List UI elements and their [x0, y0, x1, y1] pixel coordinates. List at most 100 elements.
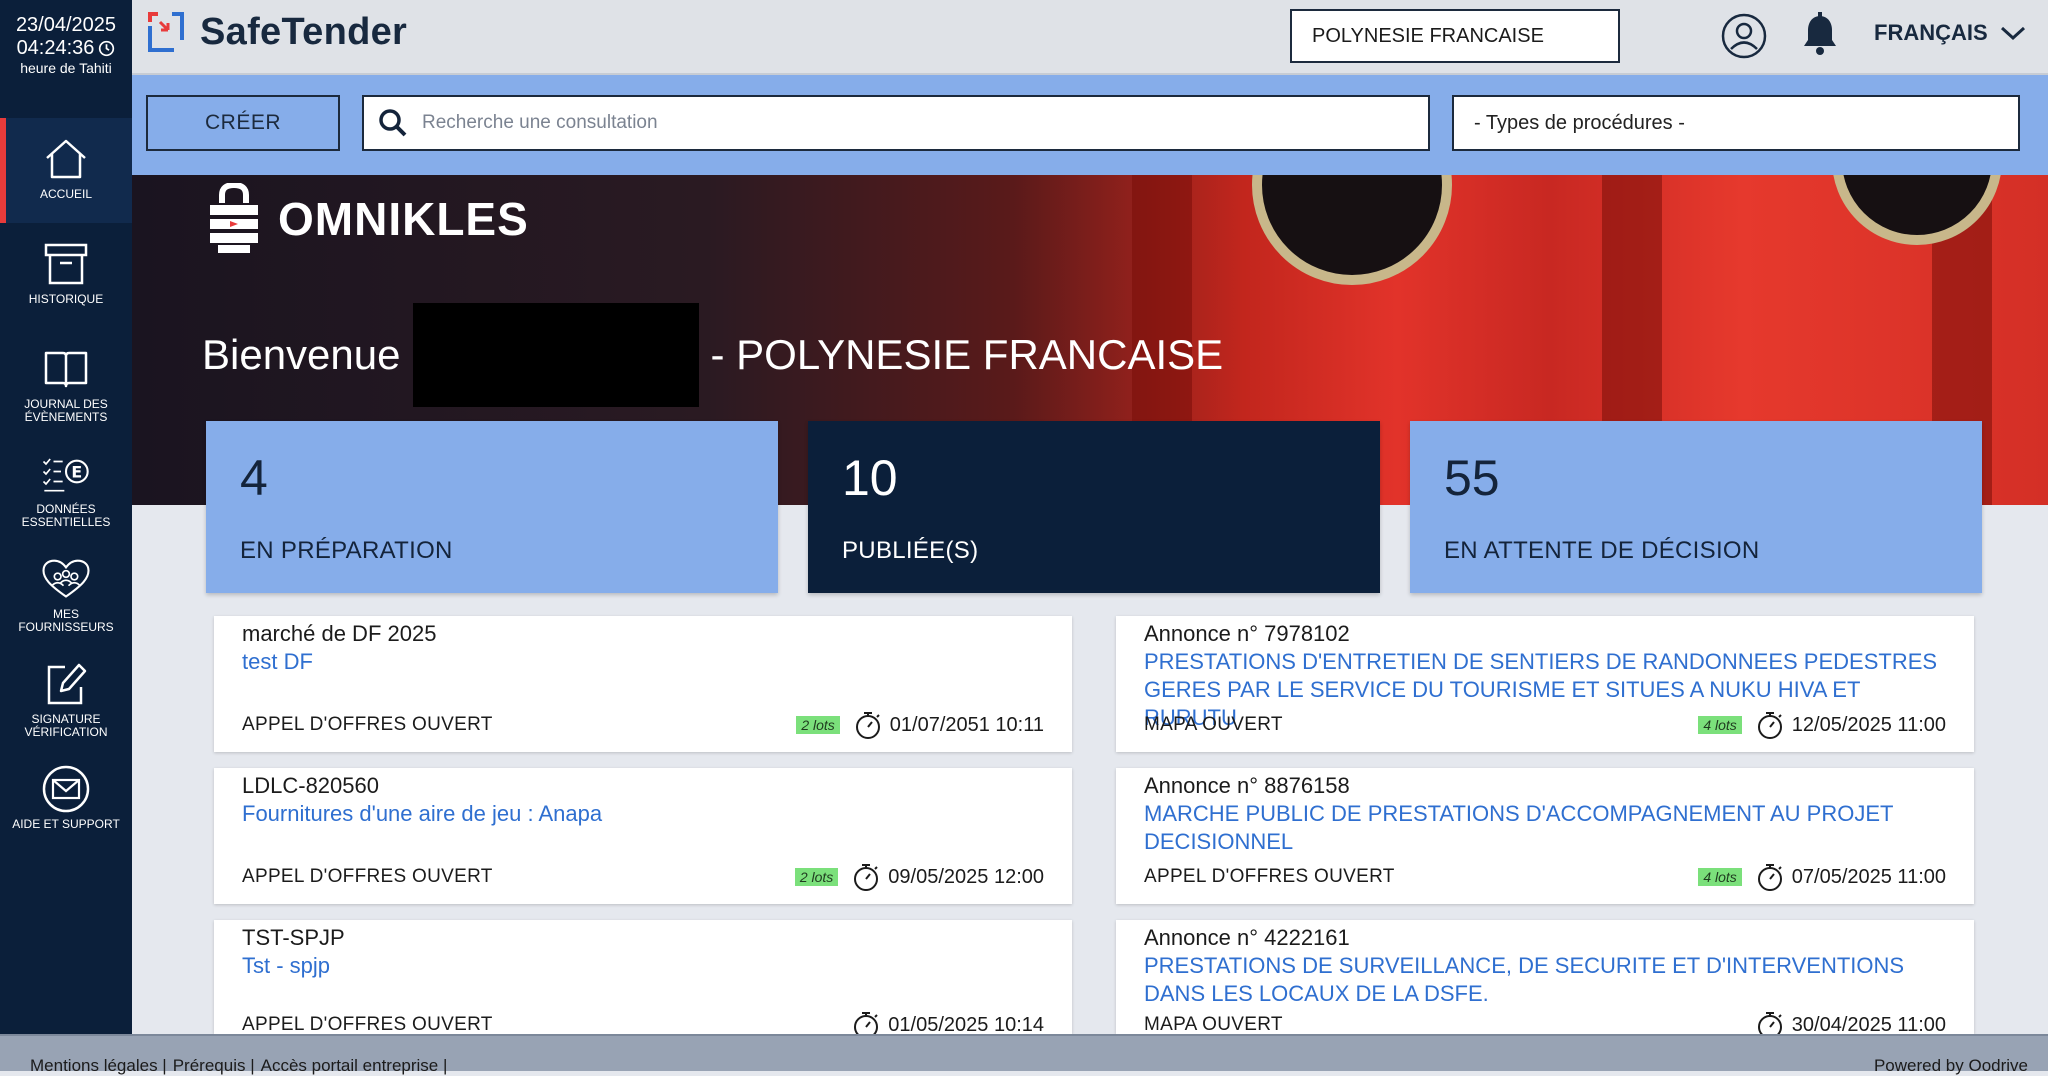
- sidebar-item-historique[interactable]: HISTORIQUE: [0, 223, 132, 328]
- announcement-card[interactable]: Annonce n° 4222161 PRESTATIONS DE SURVEI…: [1116, 920, 1974, 1034]
- sidebar-item-label: AIDE ET SUPPORT: [12, 817, 120, 831]
- user-icon: [1721, 13, 1767, 59]
- action-bar: CRÉER Recherche une consultation - Types…: [132, 75, 2048, 175]
- procedure-type: MAPA OUVERT: [1144, 714, 1283, 735]
- stopwatch-icon: [854, 1012, 879, 1034]
- clock: 23/04/2025 04:24:36 heure de Tahiti: [0, 0, 132, 76]
- stat-label: EN ATTENTE DE DÉCISION: [1444, 537, 1760, 564]
- procedure-type: APPEL D'OFFRES OUVERT: [242, 714, 493, 735]
- clock-time-row: 04:24:36: [0, 37, 132, 60]
- welcome-organization: - POLYNESIE FRANCAISE: [710, 331, 1224, 378]
- consultation-card[interactable]: TST-SPJP Tst - spjp APPEL D'OFFRES OUVER…: [214, 920, 1072, 1034]
- card-meta: 4 lots 12/05/2025 11:00: [1698, 710, 1946, 740]
- consultation-object-link[interactable]: test DF: [242, 648, 1044, 676]
- language-select[interactable]: FRANÇAIS: [1874, 20, 2026, 46]
- consultation-card[interactable]: LDLC-820560 Fournitures d'une aire de je…: [214, 768, 1072, 904]
- search-icon: [379, 109, 407, 137]
- svg-text:E: E: [71, 462, 82, 481]
- stopwatch-icon: [1757, 1012, 1782, 1034]
- deadline: 01/05/2025 10:14: [888, 1013, 1044, 1035]
- footer-link-portail[interactable]: Accès portail entreprise |: [261, 1056, 448, 1076]
- heart-people-icon: [42, 559, 90, 598]
- footer-link-prerequis[interactable]: Prérequis |: [173, 1056, 255, 1076]
- clock-date: 23/04/2025: [15, 14, 117, 36]
- sidebar-item-label: JOURNAL DES ÉVÈNEMENTS: [24, 397, 108, 424]
- sidebar: 23/04/2025 04:24:36 heure de Tahiti ACCU…: [0, 0, 132, 1034]
- brand[interactable]: SafeTender: [146, 10, 407, 54]
- notifications-button[interactable]: [1800, 12, 1840, 63]
- announcement-reference: Annonce n° 4222161: [1144, 925, 1350, 950]
- stopwatch-icon: [855, 712, 880, 739]
- sidebar-item-label: HISTORIQUE: [28, 292, 104, 306]
- consultation-card[interactable]: marché de DF 2025 test DF APPEL D'OFFRES…: [214, 616, 1072, 752]
- stat-label: PUBLIÉE(S): [842, 537, 979, 564]
- card-footer: MAPA OUVERT 30/04/2025 11:00: [1144, 1010, 1946, 1034]
- sidebar-item-signature[interactable]: SIGNATURE VÉRIFICATION: [0, 643, 132, 748]
- procedure-type: MAPA OUVERT: [1144, 1014, 1283, 1034]
- footer-link-mentions[interactable]: Mentions légales |: [30, 1056, 167, 1076]
- sidebar-item-aide[interactable]: AIDE ET SUPPORT: [0, 748, 132, 853]
- lots-badge: 4 lots: [1698, 868, 1742, 886]
- deadline: 07/05/2025 11:00: [1791, 865, 1946, 888]
- safetender-logo-icon: [148, 12, 184, 52]
- chevron-down-icon: [2000, 26, 2025, 41]
- stat-value: 55: [1444, 450, 1500, 506]
- card-meta: 01/05/2025 10:14: [852, 1010, 1044, 1034]
- stat-card-published[interactable]: 10 PUBLIÉE(S): [808, 421, 1380, 593]
- checklist-e-icon: E: [42, 458, 89, 492]
- stopwatch-icon: [1757, 864, 1782, 891]
- omnikles-logo: OMNIKLES: [208, 183, 529, 255]
- binder-ring: [1252, 175, 1452, 285]
- consultation-reference: LDLC-820560: [242, 773, 379, 798]
- announcement-reference: Annonce n° 7978102: [1144, 621, 1350, 646]
- omnikles-wordmark: OMNIKLES: [278, 193, 529, 245]
- welcome-heading: Bienvenue - POLYNESIE FRANCAISE: [202, 303, 1223, 407]
- card-footer: MAPA OUVERT 4 lots 12/05/2025 11:00: [1144, 710, 1946, 740]
- procedure-type: APPEL D'OFFRES OUVERT: [242, 1014, 493, 1034]
- deadline: 09/05/2025 12:00: [888, 865, 1044, 888]
- card-footer: APPEL D'OFFRES OUVERT 01/05/2025 10:14: [242, 1010, 1044, 1034]
- stat-card-awaiting-decision[interactable]: 55 EN ATTENTE DE DÉCISION: [1410, 421, 1982, 593]
- consultation-object-link[interactable]: Tst - spjp: [242, 952, 1044, 980]
- footer-links: Mentions légales | Prérequis | Accès por…: [30, 1056, 447, 1076]
- consultation-reference: marché de DF 2025: [242, 621, 437, 646]
- procedure-types-select[interactable]: - Types de procédures -: [1452, 95, 2020, 151]
- organization-value: POLYNESIE FRANCAISE: [1312, 24, 1544, 47]
- clock-time: 04:24:36: [16, 37, 95, 59]
- welcome-prefix: Bienvenue: [202, 331, 401, 378]
- stat-value: 10: [842, 450, 898, 506]
- bell-icon: [1804, 12, 1836, 55]
- stat-value: 4: [240, 450, 268, 506]
- archive-icon: [44, 243, 88, 285]
- sidebar-item-accueil[interactable]: ACCUEIL: [0, 118, 132, 223]
- organization-select[interactable]: POLYNESIE FRANCAISE: [1290, 9, 1620, 63]
- announcement-object-link[interactable]: PRESTATIONS DE SURVEILLANCE, DE SECURITE…: [1144, 952, 1946, 1008]
- consultation-object-link[interactable]: Fournitures d'une aire de jeu : Anapa: [242, 800, 1044, 828]
- procedure-type: APPEL D'OFFRES OUVERT: [242, 866, 493, 887]
- deadline: 30/04/2025 11:00: [1791, 1013, 1946, 1035]
- user-account-button[interactable]: [1720, 12, 1768, 65]
- card-footer: APPEL D'OFFRES OUVERT 2 lots 01/07/2051 …: [242, 710, 1044, 740]
- deadline: 12/05/2025 11:00: [1791, 713, 1946, 736]
- announcement-card[interactable]: Annonce n° 7978102 PRESTATIONS D'ENTRETI…: [1116, 616, 1974, 752]
- sidebar-item-donnees[interactable]: E DONNÉES ESSENTIELLES: [0, 433, 132, 538]
- sidebar-item-fournisseurs[interactable]: MES FOURNISSEURS: [0, 538, 132, 643]
- announcement-card[interactable]: Annonce n° 8876158 MARCHE PUBLIC DE PRES…: [1116, 768, 1974, 904]
- sidebar-item-label: DONNÉES ESSENTIELLES: [21, 502, 111, 529]
- procedure-type: APPEL D'OFFRES OUVERT: [1144, 866, 1395, 887]
- lots-badge: 2 lots: [794, 868, 839, 886]
- sidebar-nav: ACCUEIL HISTORIQUE JOURNAL DES ÉVÈNEMENT…: [0, 118, 132, 853]
- search-input[interactable]: Recherche une consultation: [362, 95, 1430, 151]
- stat-card-preparation[interactable]: 4 EN PRÉPARATION: [206, 421, 778, 593]
- powered-by: Powered by Oodrive: [1873, 1056, 2028, 1075]
- lock-logo-icon: [210, 183, 258, 253]
- top-bar: SafeTender POLYNESIE FRANCAISE FRANÇAIS: [132, 0, 2048, 75]
- announcement-object-link[interactable]: MARCHE PUBLIC DE PRESTATIONS D'ACCOMPAGN…: [1144, 800, 1946, 856]
- card-footer: APPEL D'OFFRES OUVERT 2 lots 09/05/2025 …: [242, 862, 1044, 892]
- redacted-username: [412, 303, 699, 407]
- create-button[interactable]: CRÉER: [146, 95, 340, 151]
- procedure-types-value: - Types de procédures -: [1474, 111, 1685, 134]
- app-title: SafeTender: [200, 10, 408, 53]
- home-icon: [46, 139, 86, 179]
- sidebar-item-journal[interactable]: JOURNAL DES ÉVÈNEMENTS: [0, 328, 132, 433]
